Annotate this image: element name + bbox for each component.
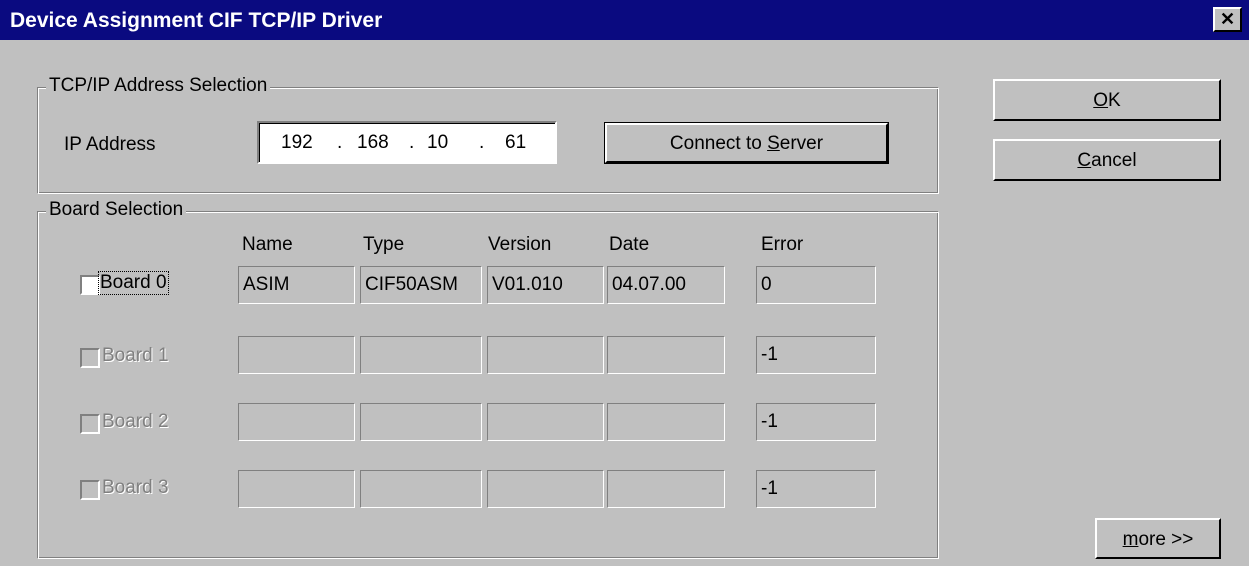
close-button[interactable]: ✕ — [1213, 7, 1242, 32]
column-header-type: Type — [363, 234, 405, 255]
more-button[interactable]: more >> — [1095, 518, 1221, 559]
board-3-label: Board 3 — [102, 477, 169, 498]
window-title: Device Assignment CIF TCP/IP Driver — [10, 9, 383, 32]
ip-octet-1: 192 — [281, 132, 313, 153]
board-3-type — [360, 470, 482, 508]
board-0-date: 04.07.00 — [607, 266, 725, 304]
board-1-checkbox[interactable] — [80, 348, 100, 368]
board-0-name: ASIM — [238, 266, 355, 304]
board-2-type — [360, 403, 482, 441]
ip-octet-2: 168 — [357, 132, 389, 153]
board-3-date — [607, 470, 725, 508]
board-2-checkbox[interactable] — [80, 414, 100, 434]
ip-octet-3: 10 — [427, 132, 449, 153]
column-header-error: Error — [761, 234, 804, 255]
board-3-name — [238, 470, 355, 508]
ip-address-label: IP Address — [64, 134, 156, 155]
board-2-name — [238, 403, 355, 441]
board-0-type: CIF50ASM — [360, 266, 482, 304]
board-2-version — [487, 403, 604, 441]
board-0-error: 0 — [756, 266, 876, 304]
cancel-button[interactable]: Cancel — [993, 139, 1221, 181]
board-1-type — [360, 336, 482, 374]
board-1-error: -1 — [756, 336, 876, 374]
board-2-label: Board 2 — [102, 411, 169, 432]
board-3-checkbox[interactable] — [80, 480, 100, 500]
ip-octet-4: 61 — [505, 132, 527, 153]
board-1-label: Board 1 — [102, 345, 169, 366]
board-3-version — [487, 470, 604, 508]
close-icon: ✕ — [1219, 9, 1236, 29]
column-header-date: Date — [609, 234, 650, 255]
connect-to-server-button[interactable]: Connect to Server — [604, 122, 889, 164]
board-1-date — [607, 336, 725, 374]
board-0-checkbox[interactable] — [80, 275, 100, 295]
board-0-label[interactable]: Board 0 — [98, 271, 169, 295]
ip-dot-3: . — [479, 132, 485, 153]
board-group-legend: Board Selection — [46, 199, 187, 221]
ip-dot-2: . — [409, 132, 415, 153]
board-0-version: V01.010 — [487, 266, 604, 304]
tcpip-group-legend: TCP/IP Address Selection — [46, 75, 271, 97]
board-3-error: -1 — [756, 470, 876, 508]
ip-dot-1: . — [337, 132, 343, 153]
board-2-date — [607, 403, 725, 441]
title-bar: Device Assignment CIF TCP/IP Driver ✕ — [0, 0, 1249, 40]
board-1-version — [487, 336, 604, 374]
board-1-name — [238, 336, 355, 374]
column-header-version: Version — [488, 234, 552, 255]
board-2-error: -1 — [756, 403, 876, 441]
ip-address-input[interactable]: 192 . 168 . 10 . 61 — [257, 121, 557, 164]
column-header-name: Name — [242, 234, 293, 255]
ok-button[interactable]: OK — [993, 79, 1221, 121]
